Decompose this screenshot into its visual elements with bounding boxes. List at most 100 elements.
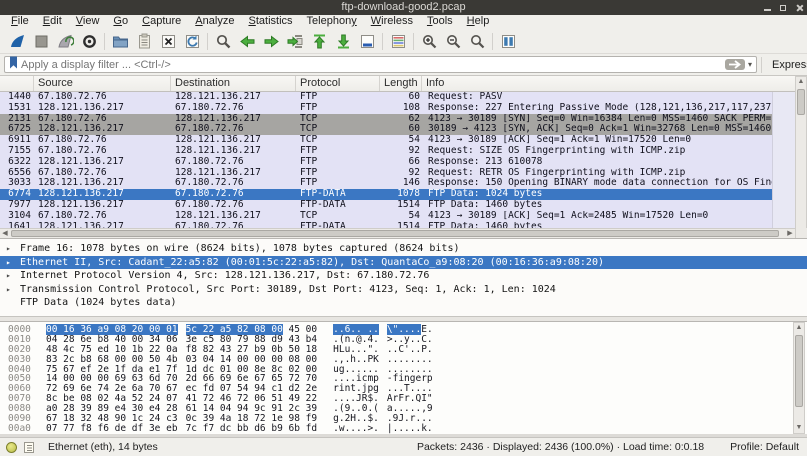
detail-row[interactable]: ▸Internet Protocol Version 4, Src: 128.1… — [0, 269, 807, 283]
menu-statistics[interactable]: Statistics — [241, 15, 299, 29]
detail-row[interactable]: FTP Data (1024 bytes data) — [0, 296, 807, 310]
menu-help[interactable]: Help — [460, 15, 497, 29]
column-header-source[interactable]: Source — [34, 76, 171, 91]
menu-telephony[interactable]: Telephony — [300, 15, 364, 29]
titlebar[interactable]: ftp-download-good2.pcap — [0, 0, 807, 15]
menu-edit[interactable]: Edit — [36, 15, 69, 29]
maximize-icon[interactable] — [780, 5, 786, 11]
minimize-icon[interactable] — [764, 9, 771, 11]
packet-list-hscrollbar[interactable]: ◀ ▶ — [0, 228, 795, 238]
packet-row[interactable]: 6322128.121.136.21767.180.72.76FTP66Resp… — [0, 157, 772, 168]
capture-comments-icon[interactable] — [24, 442, 34, 453]
packet-row[interactable]: 7977128.121.136.21767.180.72.76FTP-DATA1… — [0, 200, 772, 211]
go-first-button[interactable] — [307, 31, 331, 52]
expander-icon[interactable]: ▸ — [6, 283, 11, 297]
packet-list-vscrollbar[interactable]: ▲ ▼ — [795, 76, 807, 238]
scroll-up-icon[interactable]: ▲ — [796, 77, 806, 87]
menu-tools[interactable]: Tools — [420, 15, 460, 29]
go-last-button[interactable] — [331, 31, 355, 52]
close-file-button[interactable] — [156, 31, 180, 52]
column-header-info[interactable]: Info — [422, 76, 795, 91]
hex-row[interactable]: 00a007 77 f8 f6 de df 3e eb7c f7 dc bb d… — [8, 424, 807, 434]
detail-row[interactable]: ▸Frame 16: 1078 bytes on wire (8624 bits… — [0, 242, 807, 256]
column-header-protocol[interactable]: Protocol — [296, 76, 380, 91]
go-back-icon — [239, 33, 256, 50]
go-back-button[interactable] — [235, 31, 259, 52]
display-filter-field[interactable]: ▾ — [4, 56, 757, 73]
scrollbar-thumb[interactable] — [797, 89, 805, 115]
detail-row[interactable]: ▸Transmission Control Protocol, Src Port… — [0, 283, 807, 297]
auto-scroll-button[interactable] — [355, 31, 379, 52]
toolbar-separator — [382, 33, 383, 50]
filter-history-dropdown-icon[interactable]: ▾ — [748, 60, 752, 69]
packet-row[interactable]: 3033128.121.136.21767.180.72.76FTP146Res… — [0, 178, 772, 189]
expander-icon[interactable]: ▸ — [6, 256, 11, 270]
filter-bookmark-icon[interactable] — [8, 55, 19, 75]
packet-cell-info: 4123 → 30189 [SYN] Seq=0 Win=16384 Len=0… — [422, 114, 772, 125]
expert-info-icon[interactable] — [6, 442, 17, 453]
expander-icon[interactable]: ▸ — [6, 269, 11, 283]
scroll-up-icon[interactable]: ▲ — [794, 323, 804, 333]
zoom-in-button[interactable] — [417, 31, 441, 52]
expander-icon[interactable]: ▸ — [6, 242, 11, 256]
find-packet-button[interactable] — [211, 31, 235, 52]
column-header-destination[interactable]: Destination — [171, 76, 296, 91]
packet-row[interactable]: 655667.180.72.76128.121.136.217FTP92Requ… — [0, 168, 772, 179]
packet-cell-no: 6322 — [0, 157, 34, 168]
packet-cell-no: 7155 — [0, 146, 34, 157]
display-filter-input[interactable] — [19, 59, 725, 71]
packet-details-pane: ▸Frame 16: 1078 bytes on wire (8624 bits… — [0, 238, 807, 316]
menu-go[interactable]: Go — [106, 15, 135, 29]
reload-file-button[interactable] — [180, 31, 204, 52]
column-header-length[interactable]: Length — [380, 76, 422, 91]
packet-cell-info: Response: 213 610078 — [422, 157, 772, 168]
open-file-button[interactable] — [108, 31, 132, 52]
menu-view[interactable]: View — [69, 15, 107, 29]
capture-options-button[interactable] — [77, 31, 101, 52]
packet-row[interactable]: 715567.180.72.76128.121.136.217FTP92Requ… — [0, 146, 772, 157]
detail-text: Ethernet II, Src: Cadant_22:a5:82 (00:01… — [20, 257, 604, 268]
colorize-button[interactable] — [386, 31, 410, 52]
resize-columns-button[interactable] — [496, 31, 520, 52]
menu-wireless[interactable]: Wireless — [364, 15, 420, 29]
save-file-button[interactable] — [132, 31, 156, 52]
start-capture-button[interactable] — [5, 31, 29, 52]
detail-row[interactable]: ▸ Ethernet II, Src: Cadant_22:a5:82 (00:0… — [0, 256, 807, 270]
zoom-out-button[interactable] — [441, 31, 465, 52]
packet-row[interactable]: 144067.180.72.76128.121.136.217FTP60Requ… — [0, 92, 772, 103]
start-capture-icon — [9, 33, 26, 50]
menu-file[interactable]: File — [4, 15, 36, 29]
apply-filter-button[interactable] — [725, 59, 745, 70]
packet-cell-no: 1440 — [0, 92, 34, 103]
scrollbar-thumb[interactable] — [11, 230, 779, 237]
zoom-reset-button[interactable] — [465, 31, 489, 52]
save-file-icon — [136, 33, 153, 50]
menu-capture[interactable]: Capture — [135, 15, 188, 29]
scroll-right-icon[interactable]: ▶ — [785, 229, 795, 238]
packet-row[interactable]: 691167.180.72.76128.121.136.217TCP544123… — [0, 135, 772, 146]
menu-analyze[interactable]: Analyze — [188, 15, 241, 29]
scroll-left-icon[interactable]: ◀ — [0, 229, 10, 238]
packet-cell-dst: 128.121.136.217 — [171, 135, 296, 146]
packet-cell-src: 128.121.136.217 — [34, 189, 171, 200]
close-icon[interactable] — [795, 4, 803, 12]
column-header-number[interactable] — [0, 76, 34, 91]
packet-row[interactable]: 6774128.121.136.21767.180.72.76FTP-DATA1… — [0, 189, 772, 200]
packet-row[interactable]: 310467.180.72.76128.121.136.217TCP544123… — [0, 211, 772, 222]
menubar: FileEditViewGoCaptureAnalyzeStatisticsTe… — [0, 15, 807, 29]
go-to-packet-button[interactable] — [283, 31, 307, 52]
restart-capture-button[interactable] — [53, 31, 77, 52]
go-forward-button[interactable] — [259, 31, 283, 52]
packet-cell-dst: 67.180.72.76 — [171, 124, 296, 135]
stop-capture-button[interactable] — [29, 31, 53, 52]
stop-capture-icon — [33, 33, 50, 50]
packet-row[interactable]: 1531128.121.136.21767.180.72.76FTP108Res… — [0, 103, 772, 114]
packet-row[interactable]: 213167.180.72.76128.121.136.217TCP624123… — [0, 114, 772, 125]
packet-row[interactable]: 6725128.121.136.21767.180.72.76TCP603018… — [0, 124, 772, 135]
scroll-down-icon[interactable]: ▼ — [794, 423, 804, 433]
status-profile[interactable]: Profile: Default — [730, 441, 799, 453]
detail-text: FTP Data (1024 bytes data) — [20, 297, 177, 308]
scrollbar-thumb[interactable] — [795, 335, 803, 407]
bytes-vscrollbar[interactable]: ▲ ▼ — [793, 322, 805, 434]
expression-button[interactable]: Expression… — [761, 57, 807, 73]
